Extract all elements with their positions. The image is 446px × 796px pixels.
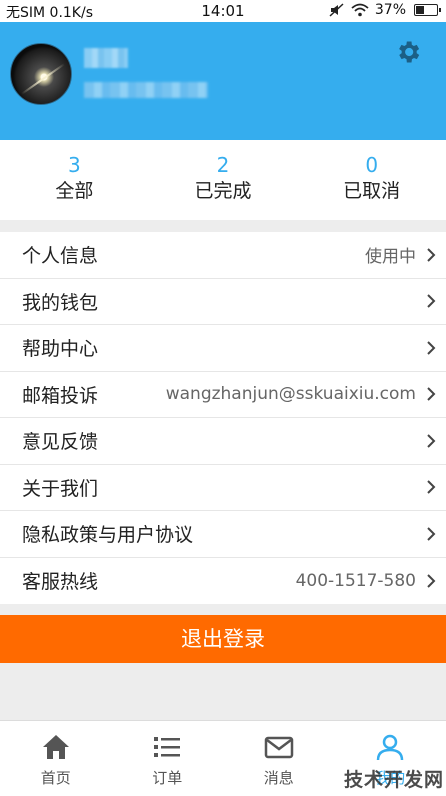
menu-item-label: 邮箱投诉: [22, 384, 99, 407]
menu-item-value: 使用中: [365, 247, 416, 268]
tab-home[interactable]: 首页: [0, 721, 112, 796]
profile-header: [0, 22, 446, 140]
battery-icon: [414, 4, 441, 16]
stat-label: 已完成: [194, 180, 252, 202]
stat-label: 已取消: [343, 180, 401, 202]
menu-item-about-us[interactable]: 关于我们: [0, 465, 446, 511]
tab-orders[interactable]: 订单: [112, 721, 224, 796]
menu-item-label: 个人信息: [22, 245, 99, 268]
username-blurred: [84, 48, 128, 68]
order-stats: 3 全部 2 已完成 0 已取消: [0, 140, 446, 220]
menu-item-label: 我的钱包: [22, 291, 99, 314]
user-icon: [377, 734, 404, 761]
chevron-right-icon: [427, 387, 436, 401]
menu-item-customer-hotline[interactable]: 客服热线 400-1517-580: [0, 558, 446, 605]
menu-item-feedback[interactable]: 意见反馈: [0, 418, 446, 465]
chevron-right-icon: [427, 574, 436, 588]
logout-button[interactable]: 退出登录: [0, 615, 446, 663]
menu-item-label: 意见反馈: [22, 431, 99, 454]
avatar[interactable]: [10, 43, 72, 105]
menu-item-label: 关于我们: [22, 477, 99, 500]
stat-completed[interactable]: 2 已完成: [149, 140, 298, 220]
menu-item-wallet[interactable]: 我的钱包: [0, 279, 446, 325]
home-icon: [42, 735, 69, 759]
gear-icon[interactable]: [394, 38, 422, 66]
user-subtitle-blurred: [84, 82, 208, 98]
chevron-right-icon: [427, 341, 436, 355]
tab-label: 消息: [263, 769, 294, 787]
settings-menu: 个人信息 使用中 我的钱包 帮助中心 邮箱投诉 wangzhanjun@ssku…: [0, 232, 446, 604]
battery-fill: [416, 6, 425, 14]
stat-all[interactable]: 3 全部: [0, 140, 149, 220]
menu-item-value: wangzhanjun@sskuaixiu.com: [165, 384, 416, 405]
tab-messages[interactable]: 消息: [223, 721, 335, 796]
menu-item-value: 400-1517-580: [295, 570, 416, 591]
list-icon: [154, 737, 181, 757]
watermark: 技术开发网: [343, 769, 444, 791]
status-bar: 无SIM 0.1K/s 14:01 37%: [0, 0, 446, 22]
stat-count: 2: [216, 153, 230, 177]
chevron-right-icon: [427, 434, 436, 448]
chevron-right-icon: [427, 480, 436, 494]
menu-item-label: 帮助中心: [22, 338, 99, 361]
tab-label: 首页: [40, 769, 71, 787]
stat-cancelled[interactable]: 0 已取消: [297, 140, 446, 220]
chevron-right-icon: [427, 248, 436, 262]
tab-label: 订单: [152, 769, 183, 787]
menu-item-personal-info[interactable]: 个人信息 使用中: [0, 232, 446, 279]
battery-percent: 37%: [374, 2, 406, 18]
menu-item-label: 隐私政策与用户协议: [22, 524, 194, 547]
menu-item-help-center[interactable]: 帮助中心: [0, 325, 446, 372]
chevron-right-icon: [427, 294, 436, 308]
mute-icon: [329, 3, 344, 17]
status-icons: 37%: [329, 2, 441, 18]
chevron-right-icon: [427, 527, 436, 541]
stat-label: 全部: [55, 180, 94, 202]
menu-item-privacy-policy[interactable]: 隐私政策与用户协议: [0, 511, 446, 558]
menu-item-label: 客服热线: [22, 571, 99, 594]
stat-count: 0: [365, 153, 379, 177]
wifi-icon: [351, 3, 369, 17]
stat-count: 3: [67, 153, 81, 177]
mail-icon: [264, 736, 293, 759]
menu-item-email-complaint[interactable]: 邮箱投诉 wangzhanjun@sskuaixiu.com: [0, 372, 446, 418]
